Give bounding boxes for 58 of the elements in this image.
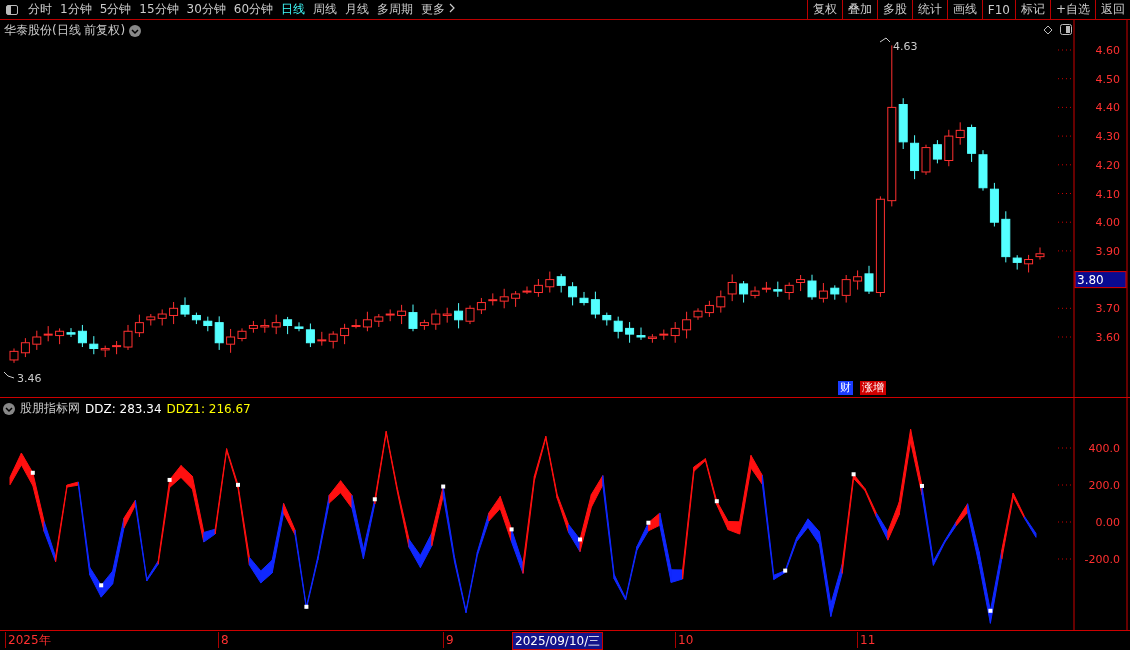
date-label: 2025年 <box>5 632 53 648</box>
price-tick: 4.10 <box>1095 187 1120 201</box>
dropdown-icon[interactable] <box>129 24 142 37</box>
indicator-tick: 200.0 <box>1088 479 1120 492</box>
period-tab[interactable]: 1分钟 <box>56 0 96 19</box>
price-tick: 3.60 <box>1095 331 1120 344</box>
high-price-label: 4.63 <box>893 40 918 53</box>
low-price-label: 3.46 <box>17 372 42 385</box>
toolbar-button[interactable]: 复权 <box>806 0 842 19</box>
price-tick: 4.50 <box>1095 72 1120 86</box>
dropdown-icon[interactable] <box>3 402 15 415</box>
price-tick: 4.00 <box>1095 216 1120 230</box>
toolbar-button[interactable]: F10 <box>981 0 1015 19</box>
toolbar-button[interactable]: 叠加 <box>841 0 877 19</box>
price-tick: 4.20 <box>1095 158 1120 172</box>
toolbar-button[interactable]: 返回 <box>1095 0 1130 19</box>
period-tab[interactable]: 60分钟 <box>229 0 278 19</box>
toolbar-button[interactable]: 标记 <box>1014 0 1050 19</box>
indicator-name: 股朋指标网 <box>20 400 80 417</box>
period-tab[interactable]: 5分钟 <box>95 0 136 19</box>
date-label: 9 <box>443 632 456 648</box>
period-tab[interactable]: 分时 <box>24 0 56 19</box>
event-tag[interactable]: 财 <box>838 381 853 395</box>
price-tick: 3.70 <box>1095 302 1120 316</box>
leader-line <box>879 37 891 43</box>
price-tick: 4.30 <box>1095 130 1120 144</box>
leader-line <box>3 371 15 379</box>
panel-icon[interactable] <box>1060 24 1072 35</box>
period-tab[interactable]: 多周期 <box>373 0 418 19</box>
period-tab[interactable]: 月线 <box>341 0 374 19</box>
diamond-icon[interactable] <box>1043 25 1053 35</box>
period-tab[interactable]: 周线 <box>309 0 342 19</box>
chart-title: 华泰股份(日线 前复权) <box>4 22 126 39</box>
toolbar-button[interactable]: 多股 <box>876 0 912 19</box>
indicator-readout: DDZ: 283.34 <box>85 401 162 416</box>
current-price-label: 3.80 <box>1077 272 1104 287</box>
period-tab[interactable]: 30分钟 <box>182 0 230 19</box>
price-tick: 3.90 <box>1095 244 1120 258</box>
date-label: 11 <box>857 632 878 648</box>
period-tab[interactable]: 日线 <box>277 0 310 19</box>
indicator-tick: -200.0 <box>1084 553 1120 566</box>
date-label: 2025/09/10/三 <box>512 632 604 650</box>
toolbar-button[interactable]: 画线 <box>946 0 982 19</box>
sidebar-toggle-icon[interactable] <box>6 4 18 15</box>
chevron-icon <box>449 3 456 13</box>
toolbar-button[interactable]: +自选 <box>1049 0 1095 19</box>
price-tick: 4.60 <box>1095 44 1120 57</box>
indicator-tick: 0.00 <box>1095 516 1120 529</box>
date-label: 8 <box>218 632 231 648</box>
date-label: 10 <box>675 632 696 648</box>
price-tick: 4.40 <box>1095 101 1120 115</box>
event-tag[interactable]: 涨增 <box>860 381 886 395</box>
toolbar-button[interactable]: 统计 <box>911 0 947 19</box>
more-button[interactable]: 更多 <box>417 0 460 19</box>
period-tab[interactable]: 15分钟 <box>135 0 183 19</box>
indicator-tick: 400.0 <box>1088 442 1120 455</box>
indicator-readout: DDZ1: 216.67 <box>166 401 251 416</box>
current-price-marker <box>1074 271 1127 289</box>
